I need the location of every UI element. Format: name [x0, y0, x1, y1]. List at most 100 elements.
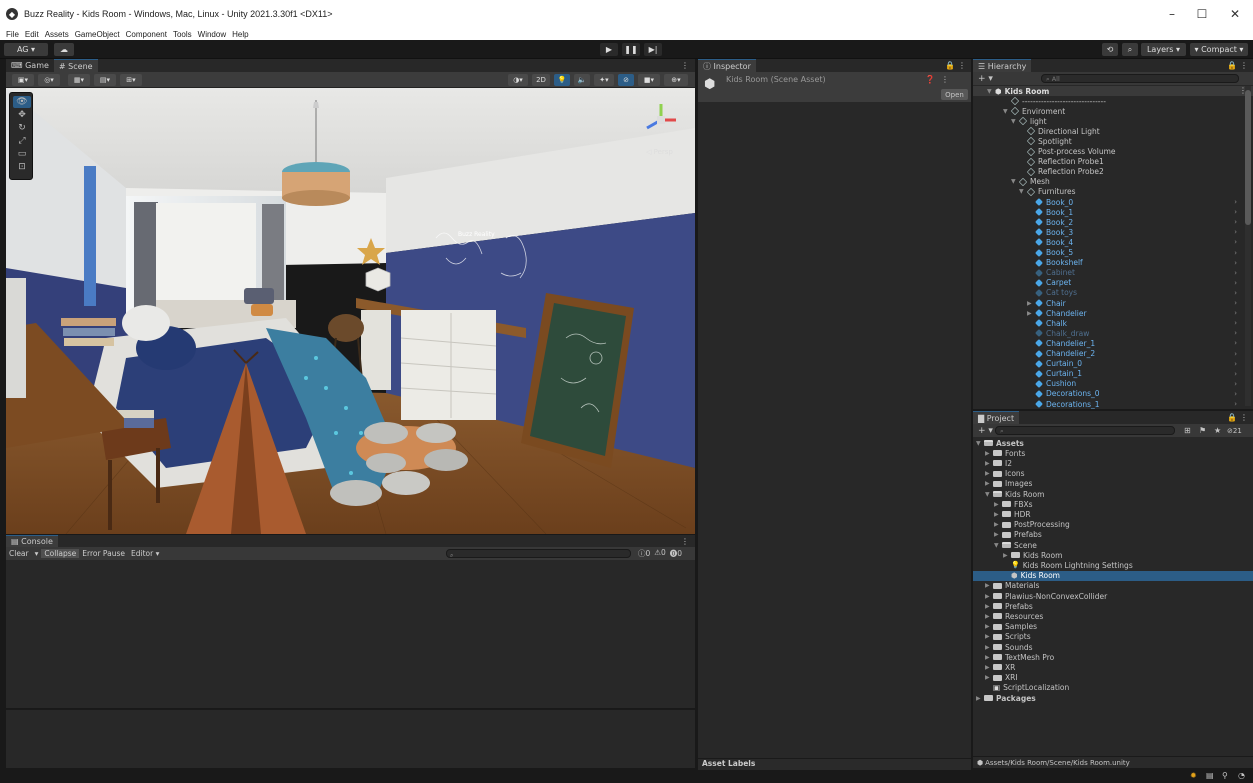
gizmos-dropdown[interactable]: ⊕▾ — [664, 74, 688, 86]
expand-arrow-icon[interactable]: ▶ — [985, 623, 993, 630]
expand-arrow-icon[interactable]: ▶ — [985, 654, 993, 661]
project-item[interactable]: ▶ Icons — [973, 469, 1253, 479]
info-count[interactable]: ⓘ0 — [638, 548, 650, 559]
project-add-button[interactable]: + ▾ — [978, 426, 993, 436]
open-prefab-icon[interactable]: › — [1234, 329, 1237, 337]
open-prefab-icon[interactable]: › — [1234, 319, 1237, 327]
project-item[interactable]: ▶ Sounds — [973, 642, 1253, 652]
effects-dropdown[interactable]: ✦▾ — [594, 74, 614, 86]
hierarchy-item[interactable]: Chalk › — [973, 318, 1243, 328]
hierarchy-item[interactable]: Spotlight — [973, 136, 1243, 146]
minimize-button[interactable]: – — [1157, 0, 1187, 28]
hierarchy-item[interactable]: Curtain_1 › — [973, 369, 1243, 379]
transform-tool-icon[interactable]: ⊡ — [13, 161, 31, 173]
view-tool-icon[interactable]: 👁 — [13, 96, 31, 108]
hierarchy-item[interactable]: ▼ Furnitures — [973, 187, 1243, 197]
maximize-button[interactable]: ☐ — [1187, 0, 1217, 28]
tab-scene[interactable]: # Scene — [53, 59, 98, 72]
project-item[interactable]: ▶ Prefabs — [973, 530, 1253, 540]
warning-count[interactable]: ⚠0 — [654, 548, 666, 559]
project-more-icon[interactable]: ⋮ — [1240, 413, 1248, 422]
lock-icon[interactable]: 🔒 — [1227, 413, 1237, 422]
open-prefab-icon[interactable]: › — [1234, 198, 1237, 206]
hierarchy-item[interactable]: Book_0 › — [973, 197, 1243, 207]
console-log-list[interactable] — [6, 560, 695, 708]
menu-help[interactable]: Help — [232, 30, 248, 39]
hierarchy-item[interactable]: Decorations_0 › — [973, 389, 1243, 399]
hierarchy-item[interactable]: Cat toys › — [973, 288, 1243, 298]
open-prefab-icon[interactable]: › — [1234, 400, 1237, 408]
lock-icon[interactable]: 🔒 — [1227, 61, 1237, 70]
hierarchy-item[interactable]: Chalk_draw › — [973, 328, 1243, 338]
hidden-objects-icon[interactable]: ⊘ — [618, 74, 634, 86]
expand-arrow-icon[interactable]: ▼ — [987, 88, 995, 95]
expand-arrow-icon[interactable]: ▶ — [994, 531, 1002, 538]
step-button[interactable]: ▶| — [644, 43, 662, 56]
project-item[interactable]: ▶ XR — [973, 662, 1253, 672]
persp-label[interactable]: ◁ Persp — [646, 148, 673, 156]
open-prefab-icon[interactable]: › — [1234, 370, 1237, 378]
hierarchy-item[interactable]: Chandelier_1 › — [973, 338, 1243, 348]
hierarchy-search-input[interactable]: ⌕ All — [1041, 74, 1239, 83]
pause-button[interactable]: ❚❚ — [622, 43, 640, 56]
hierarchy-item[interactable]: Reflection Probe1 — [973, 157, 1243, 167]
console-search-input[interactable]: ⌕ — [446, 549, 631, 559]
filter-label-icon[interactable]: ⚑ — [1199, 426, 1206, 435]
expand-arrow-icon[interactable]: ▼ — [994, 542, 1002, 549]
close-button[interactable]: ✕ — [1220, 0, 1250, 28]
draw-mode-dropdown[interactable]: ▣▾ — [12, 74, 34, 86]
project-item[interactable]: ▶ Kids Room — [973, 550, 1253, 560]
open-prefab-icon[interactable]: › — [1234, 339, 1237, 347]
expand-arrow-icon[interactable]: ▶ — [985, 664, 993, 671]
project-item[interactable]: ▶ PostProcessing — [973, 520, 1253, 530]
console-error-pause-button[interactable]: Error Pause — [79, 549, 128, 558]
expand-arrow-icon[interactable]: ▼ — [976, 440, 984, 447]
tab-console[interactable]: ▤ Console — [6, 534, 58, 548]
menu-file[interactable]: File — [6, 30, 19, 39]
expand-arrow-icon[interactable]: ▶ — [976, 695, 984, 702]
open-prefab-icon[interactable]: › — [1234, 390, 1237, 398]
project-item[interactable]: ▶ Samples — [973, 622, 1253, 632]
menu-component[interactable]: Component — [126, 30, 167, 39]
tab-hierarchy[interactable]: ☰ Hierarchy — [973, 59, 1032, 72]
console-collapse-button[interactable]: Collapse — [41, 549, 80, 558]
hierarchy-item[interactable]: Cabinet › — [973, 268, 1243, 278]
open-prefab-icon[interactable]: › — [1234, 259, 1237, 267]
open-prefab-icon[interactable]: › — [1234, 279, 1237, 287]
expand-arrow-icon[interactable]: ▶ — [985, 593, 993, 600]
expand-arrow-icon[interactable]: ▶ — [994, 501, 1002, 508]
project-item[interactable]: ▶ Packages — [973, 693, 1253, 703]
menu-edit[interactable]: Edit — [25, 30, 39, 39]
rect-tool-icon[interactable]: ▭ — [13, 148, 31, 160]
hierarchy-item[interactable]: Carpet › — [973, 278, 1243, 288]
expand-arrow-icon[interactable]: ▶ — [985, 644, 993, 651]
expand-arrow-icon[interactable]: ▶ — [985, 450, 993, 457]
grid-dropdown[interactable]: ▦▾ — [68, 74, 90, 86]
open-prefab-icon[interactable]: › — [1234, 309, 1237, 317]
console-clear-button[interactable]: Clear — [6, 549, 32, 558]
snap-dropdown[interactable]: ▤▾ — [94, 74, 116, 86]
hierarchy-item[interactable]: Chandelier_2 › — [973, 349, 1243, 359]
hierarchy-add-button[interactable]: + ▾ — [978, 74, 993, 84]
open-prefab-icon[interactable]: › — [1234, 228, 1237, 236]
hierarchy-item[interactable]: Decorations_1 › — [973, 399, 1243, 409]
shading-dropdown[interactable]: ◑▾ — [508, 74, 528, 86]
layers-dropdown[interactable]: Layers ▾ — [1141, 43, 1186, 56]
history-icon[interactable]: ⟲ — [1102, 43, 1118, 56]
expand-arrow-icon[interactable]: ▼ — [1011, 118, 1019, 125]
project-item[interactable]: ▶ Scripts — [973, 632, 1253, 642]
layout-dropdown[interactable]: ▾ Compact ▾ — [1190, 43, 1248, 56]
project-item[interactable]: ▶ FBXs — [973, 499, 1253, 509]
expand-arrow-icon[interactable]: ▼ — [1003, 108, 1011, 115]
hierarchy-item[interactable]: ▼ Mesh — [973, 177, 1243, 187]
expand-arrow-icon[interactable]: ▶ — [1027, 300, 1035, 307]
tab-game[interactable]: ⌨ Game — [6, 59, 54, 72]
hierarchy-item[interactable]: ▶ Chandelier › — [973, 308, 1243, 318]
open-prefab-icon[interactable]: › — [1234, 289, 1237, 297]
project-item[interactable]: ▼ Assets — [973, 438, 1253, 448]
expand-arrow-icon[interactable]: ▶ — [985, 480, 993, 487]
project-item[interactable]: 💡 Kids Room Lightning Settings — [973, 560, 1253, 570]
project-item[interactable]: ▶ Fonts — [973, 448, 1253, 458]
favorite-icon[interactable]: ★ — [1214, 426, 1221, 435]
open-prefab-icon[interactable]: › — [1234, 299, 1237, 307]
